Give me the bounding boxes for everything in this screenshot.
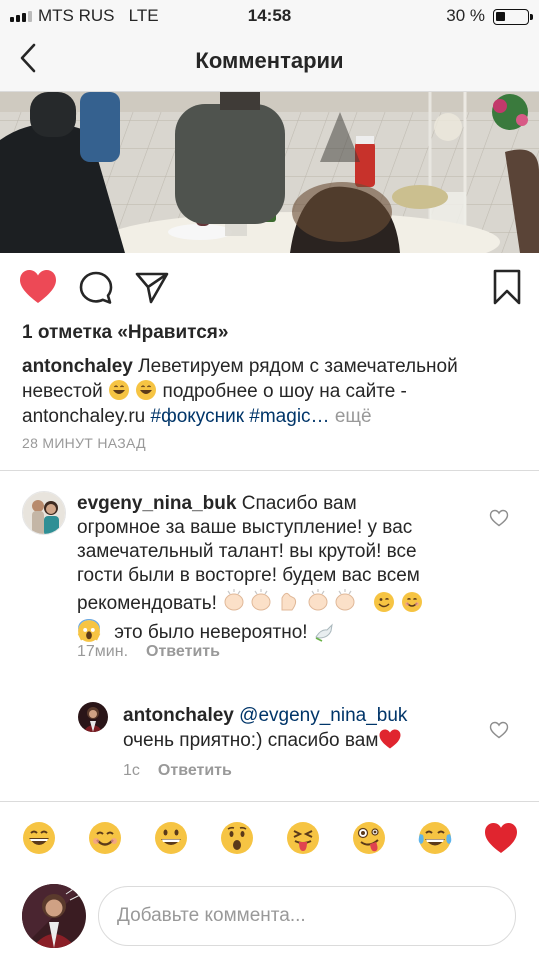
comment-time: 1с bbox=[123, 762, 140, 779]
status-bar: MTS RUS LTE 14:58 30 % bbox=[0, 0, 539, 32]
avatar-image bbox=[22, 884, 86, 948]
emoji-quick-bar bbox=[0, 820, 539, 864]
tears-of-joy-face-emoji-icon[interactable] bbox=[417, 820, 453, 856]
comment-time: 17мин. bbox=[77, 643, 129, 660]
avatar-image bbox=[78, 702, 108, 732]
comment-text-line5: рекомендовать! bbox=[77, 593, 217, 614]
big-grin-face-emoji-icon[interactable] bbox=[153, 820, 189, 856]
squinting-tongue-face-emoji-icon[interactable] bbox=[285, 820, 321, 856]
comment-text-line2: огромное за ваше выступление! у вас bbox=[77, 517, 413, 538]
comment-2: antonchaley @evgeny_nina_buk очень прият… bbox=[123, 704, 483, 753]
post-photo-image bbox=[0, 92, 539, 253]
comment-text-line1: Спасибо вам bbox=[241, 493, 357, 514]
grinning-emoji-icon bbox=[136, 380, 157, 400]
winking-emoji-icon bbox=[374, 592, 395, 612]
clapping-hands-emoji-icon bbox=[222, 588, 362, 619]
smiling-emoji-icon bbox=[401, 592, 422, 612]
comment-text-line3: замечательный талант! вы крутой! все bbox=[77, 541, 417, 562]
battery-icon bbox=[493, 9, 533, 25]
reply-button[interactable]: Ответить bbox=[158, 762, 232, 779]
comment-2-meta: 1с Ответить bbox=[123, 762, 232, 780]
avatar-image bbox=[23, 492, 65, 534]
grinning-face-emoji-icon[interactable] bbox=[21, 820, 57, 856]
comment-bubble-icon[interactable] bbox=[78, 270, 114, 306]
caption-line2: невестой bbox=[22, 381, 103, 402]
top-bar: MTS RUS LTE 14:58 30 % Комментарии bbox=[0, 0, 539, 92]
avatar[interactable] bbox=[78, 702, 108, 732]
caption-site[interactable]: antonchaley.ru bbox=[22, 406, 145, 427]
grinning-emoji-icon bbox=[108, 380, 129, 400]
red-heart-emoji-icon[interactable] bbox=[483, 820, 519, 856]
comment-like-heart-icon[interactable] bbox=[489, 721, 509, 739]
battery-level bbox=[496, 12, 505, 21]
battery-percent: 30 % bbox=[446, 6, 485, 25]
dove-emoji-icon bbox=[315, 623, 333, 642]
post-actions bbox=[0, 268, 539, 308]
divider bbox=[0, 801, 539, 802]
page-title: Комментарии bbox=[195, 48, 344, 73]
reply-button[interactable]: Ответить bbox=[146, 643, 220, 660]
caption-line2-rest: подробнее о шоу на сайте - bbox=[162, 381, 407, 402]
comment-like-heart-icon[interactable] bbox=[489, 509, 509, 527]
comment-mention[interactable]: @evgeny_nina_buk bbox=[239, 705, 407, 726]
share-send-icon[interactable] bbox=[134, 270, 170, 306]
avatar[interactable] bbox=[22, 491, 66, 535]
comment-1-meta: 17мин. Ответить bbox=[77, 643, 220, 661]
post-caption: antonchaley Леветируем рядом с замечател… bbox=[22, 354, 522, 429]
comment-composer: Добавьте коммента... bbox=[0, 878, 539, 960]
surprised-face-emoji-icon[interactable] bbox=[219, 820, 255, 856]
comment-text: очень приятно:) спасибо вам bbox=[123, 730, 379, 751]
like-heart-icon[interactable] bbox=[18, 268, 58, 306]
zany-face-emoji-icon[interactable] bbox=[351, 820, 387, 856]
post-time-ago: 28 МИНУТ НАЗАД bbox=[22, 435, 146, 451]
post-photo[interactable] bbox=[0, 92, 539, 253]
comment-username[interactable]: antonchaley bbox=[123, 705, 234, 726]
comment-1: evgeny_nina_buk Спасибо вам огромное за … bbox=[77, 492, 487, 645]
comment-text-line4: гости были в восторге! будем вас всем bbox=[77, 565, 420, 586]
likes-count[interactable]: 1 отметка «Нравится» bbox=[22, 322, 228, 344]
caption-author[interactable]: antonchaley bbox=[22, 356, 133, 377]
comment-username[interactable]: evgeny_nina_buk bbox=[77, 493, 236, 514]
red-heart-emoji-icon bbox=[379, 729, 401, 749]
caption-hashtags[interactable]: #фокусник #magic… bbox=[151, 406, 330, 427]
caption-line1: Леветируем рядом с замечательной bbox=[138, 356, 458, 377]
divider bbox=[0, 470, 539, 471]
smiling-face-emoji-icon[interactable] bbox=[87, 820, 123, 856]
comment-input[interactable]: Добавьте коммента... bbox=[98, 886, 516, 946]
avatar[interactable] bbox=[22, 884, 86, 948]
comment-text-line6: это было невероятно! bbox=[114, 622, 308, 643]
screaming-emoji-icon bbox=[77, 619, 101, 642]
bookmark-icon[interactable] bbox=[492, 268, 522, 306]
caption-more-link[interactable]: ещё bbox=[335, 406, 372, 427]
